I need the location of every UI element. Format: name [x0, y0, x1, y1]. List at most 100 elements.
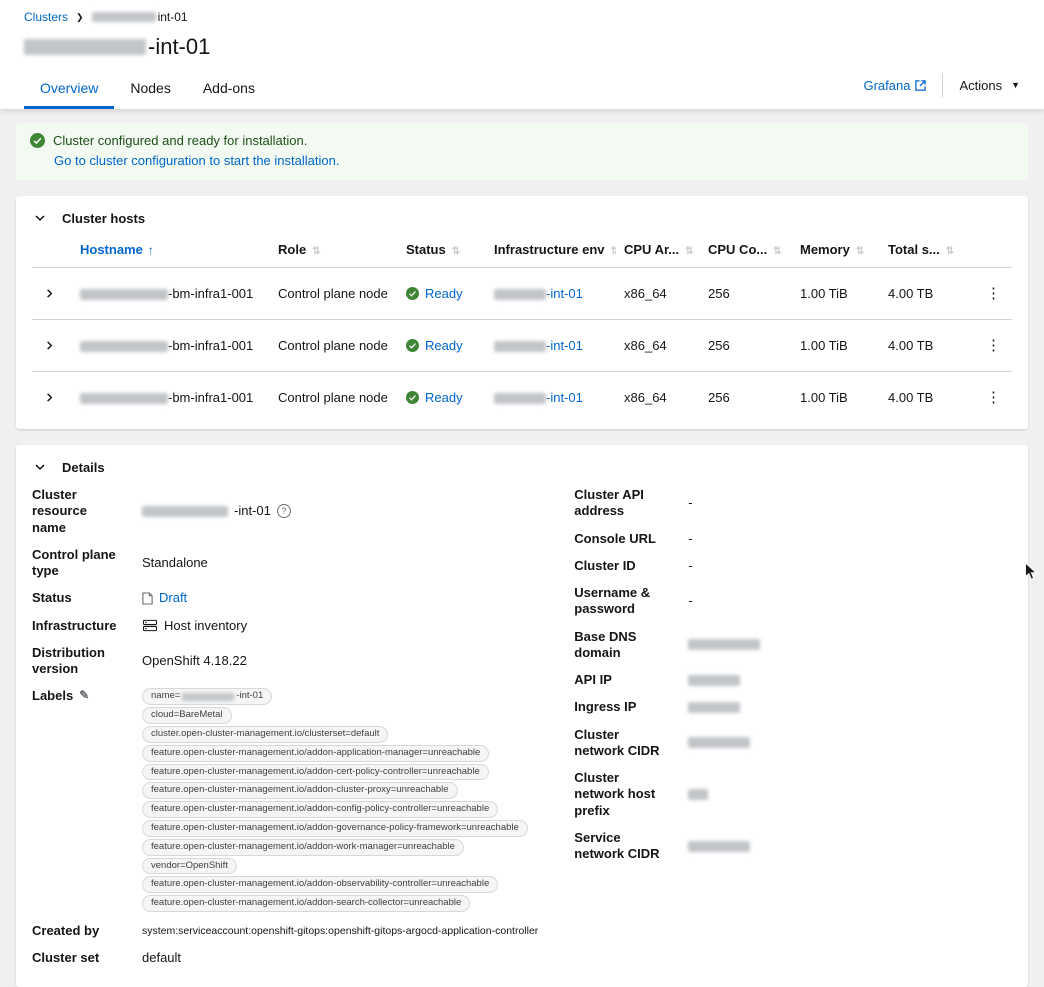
- help-icon[interactable]: ?: [276, 504, 291, 519]
- table-row: -bm-infra1-001 Control plane node Ready …: [32, 319, 1012, 372]
- cell-role: Control plane node: [278, 390, 388, 405]
- labels-term-label: Labels: [32, 688, 74, 704]
- cell-memory: 1.00 TiB: [800, 390, 848, 405]
- section-collapse-button[interactable]: [32, 459, 48, 475]
- tabs: Overview Nodes Add-ons: [24, 72, 271, 109]
- cell-expand: [32, 320, 72, 372]
- infrastructure-value-label: Host inventory: [164, 617, 248, 633]
- cell-infra-env: -int-01: [486, 320, 616, 372]
- redacted-text: [80, 393, 168, 405]
- grafana-link[interactable]: Grafana: [863, 77, 927, 93]
- cell-status: Ready: [398, 372, 486, 424]
- grafana-link-label: Grafana: [863, 77, 911, 93]
- kebab-menu-button[interactable]: ⋮: [980, 284, 1007, 303]
- resource-name-suffix: -int-01: [234, 503, 271, 519]
- column-header-infra-env[interactable]: Infrastructure env⇅: [486, 232, 616, 268]
- detail-term-ingress-ip: Ingress IP: [574, 699, 637, 715]
- cluster-hosts-section-header: Cluster hosts: [16, 196, 1028, 232]
- detail-term-base-dns-domain: Base DNS domain: [574, 628, 637, 660]
- column-header-hostname[interactable]: Hostname ↑: [72, 232, 270, 268]
- detail-value-api-ip: [688, 672, 1012, 688]
- column-header-cpu-count[interactable]: CPU Co... ⇅: [700, 232, 792, 268]
- redacted-text: [80, 341, 168, 353]
- status-ready-link[interactable]: Ready: [425, 338, 463, 353]
- cluster-hosts-title: Cluster hosts: [62, 210, 146, 226]
- details-section-header: Details: [16, 445, 1028, 481]
- details-title: Details: [62, 459, 105, 475]
- label-pill: feature.open-cluster-management.io/addon…: [142, 895, 471, 912]
- detail-value-cluster-id: -: [688, 557, 693, 573]
- draft-document-icon: [142, 592, 153, 605]
- kebab-menu-button[interactable]: ⋮: [980, 336, 1007, 355]
- status-ready-link[interactable]: Ready: [425, 390, 463, 405]
- detail-value-cluster-api-address: -: [688, 495, 693, 511]
- cell-total-storage: 4.00 TB: [888, 390, 934, 405]
- detail-term-cluster-api-address: Cluster API address: [574, 487, 644, 519]
- page-header: Clusters ❯ int-01 -int-01 Overview Nodes…: [0, 0, 1044, 109]
- label-pill: feature.open-cluster-management.io/addon…: [142, 876, 499, 894]
- row-expand-button[interactable]: [40, 388, 59, 407]
- column-header-status[interactable]: Status ⇅: [398, 232, 486, 268]
- status-draft-link[interactable]: Draft: [159, 590, 187, 606]
- detail-value-cluster-network-cidr: [688, 727, 1012, 760]
- detail-term-service-network-cidr: Service network CIDR: [574, 829, 660, 861]
- host-inventory-icon: [142, 620, 158, 632]
- kebab-menu-button[interactable]: ⋮: [980, 388, 1007, 407]
- infra-env-link[interactable]: -int-01: [494, 286, 583, 301]
- cell-memory: 1.00 TiB: [800, 286, 848, 301]
- status-ready-link[interactable]: Ready: [425, 286, 463, 301]
- cell-total-storage: 4.00 TB: [888, 286, 934, 301]
- tab-nodes[interactable]: Nodes: [114, 72, 186, 109]
- infra-env-link[interactable]: -int-01: [494, 338, 583, 353]
- tab-overview[interactable]: Overview: [24, 72, 115, 109]
- header-actions: Grafana Actions ▼: [863, 73, 1020, 109]
- cell-role: Control plane node: [278, 338, 388, 353]
- hosts-table: Hostname ↑ Role ⇅ Status ⇅ Infrastructure e…: [32, 232, 1012, 423]
- redacted-text: [494, 393, 546, 405]
- detail-term-created-by: Created by: [32, 923, 100, 938]
- redacted-text: [80, 289, 168, 301]
- page-content: Cluster configured and ready for install…: [0, 109, 1044, 987]
- cell-hostname: -bm-infra1-001: [72, 268, 270, 320]
- detail-term-api-ip: API IP: [574, 672, 612, 687]
- redacted-text: [142, 505, 228, 517]
- redacted-text: [688, 701, 741, 713]
- sort-icon: ⇅: [685, 246, 694, 257]
- cell-cpu-count: 256: [708, 338, 730, 353]
- infra-env-link[interactable]: -int-01: [494, 390, 583, 405]
- redacted-text: [688, 840, 751, 852]
- chevron-right-icon: [47, 289, 53, 298]
- cell-hostname: -bm-infra1-001: [72, 320, 270, 372]
- cell-status: Ready: [398, 320, 486, 372]
- cell-memory: 1.00 TiB: [800, 338, 848, 353]
- page-title-suffix: -int-01: [148, 34, 211, 59]
- actions-dropdown-button[interactable]: Actions ▼: [959, 78, 1020, 93]
- detail-term-status: Status: [32, 590, 72, 606]
- row-expand-button[interactable]: [40, 284, 59, 303]
- detail-term-control-plane-type: Control plane type: [32, 546, 116, 578]
- column-header-total-storage[interactable]: Total s... ⇅: [880, 232, 972, 268]
- detail-value-status: Draft: [142, 590, 538, 606]
- cell-cpu-count: 256: [708, 286, 730, 301]
- section-collapse-button[interactable]: [32, 210, 48, 226]
- tab-add-ons[interactable]: Add-ons: [187, 72, 271, 109]
- detail-term-cluster-set: Cluster set: [32, 950, 100, 966]
- breadcrumb-clusters-link[interactable]: Clusters: [24, 10, 68, 24]
- details-left-column: Cluster resource name -int-01 ? Control …: [32, 487, 538, 967]
- detail-value-cluster-set: default: [142, 950, 182, 966]
- detail-term-infrastructure: Infrastructure: [32, 617, 117, 633]
- column-header-cpu-arch[interactable]: CPU Ar... ⇅: [616, 232, 700, 268]
- alert-configuration-link[interactable]: Go to cluster configuration to start the…: [54, 153, 339, 168]
- breadcrumb-current-label: int-01: [157, 10, 188, 24]
- detail-value-username-password: -: [688, 593, 693, 609]
- column-header-role[interactable]: Role ⇅: [270, 232, 398, 268]
- chevron-right-icon: [47, 393, 53, 402]
- row-expand-button[interactable]: [40, 336, 59, 355]
- detail-term-username-password: Username & password: [574, 585, 651, 617]
- vertical-divider: [942, 73, 944, 97]
- label-pill: name= -int-01: [142, 688, 273, 706]
- chevron-down-icon: ▼: [1011, 80, 1020, 90]
- column-header-memory[interactable]: Memory ⇅: [792, 232, 880, 268]
- edit-labels-pencil-icon[interactable]: ✎: [79, 688, 89, 703]
- actions-label: Actions: [959, 77, 1003, 93]
